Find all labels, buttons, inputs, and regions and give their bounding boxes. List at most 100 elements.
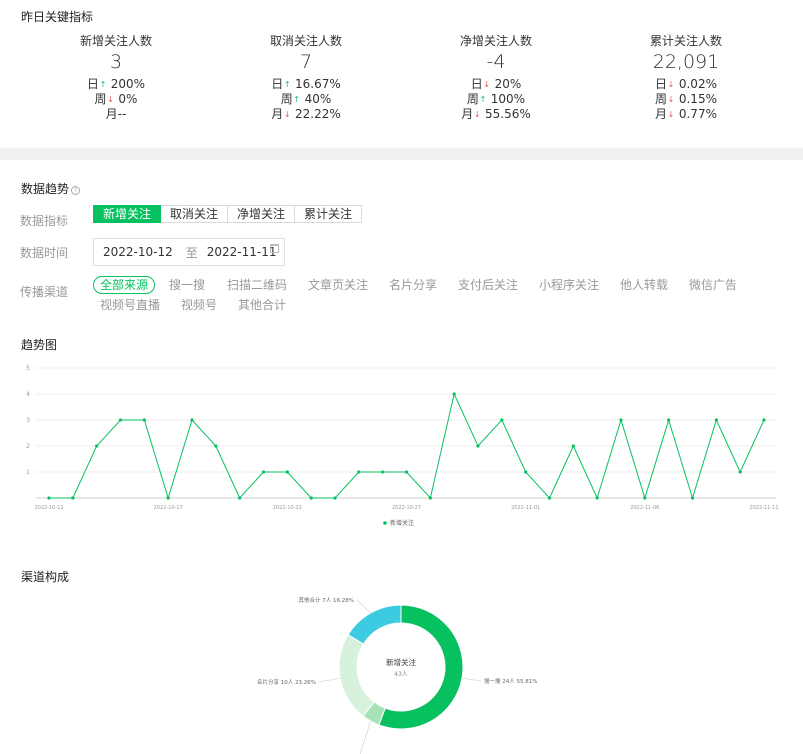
data-point[interactable] xyxy=(428,496,432,500)
arrow-up-icon: ↑ xyxy=(293,95,301,104)
x-tick-label: 2022-10-12 xyxy=(34,505,63,511)
date-range-picker[interactable]: 2022-10-12 至 2022-11-11 xyxy=(93,238,285,266)
x-tick-label: 2022-10-17 xyxy=(154,505,183,511)
arrow-up-icon: ↑ xyxy=(99,80,107,89)
channel-card-share[interactable]: 名片分享 xyxy=(389,277,437,293)
channel-mini-program[interactable]: 小程序关注 xyxy=(539,277,599,293)
data-point[interactable] xyxy=(357,470,361,474)
data-point[interactable] xyxy=(547,496,552,500)
data-point[interactable] xyxy=(333,496,337,500)
data-point[interactable] xyxy=(47,496,51,500)
x-tick-label: 2022-10-22 xyxy=(273,505,302,511)
channel-other[interactable]: 其他合计 xyxy=(238,297,286,313)
data-point[interactable] xyxy=(190,418,194,422)
channel-donut-chart: 搜一搜 24人 55.81%扫描二维码 2人 4.65%名片分享 10人 23.… xyxy=(257,596,537,754)
channel-chart-title: 渠道构成 xyxy=(21,570,70,584)
metric-label: 数据指标 xyxy=(20,214,69,228)
data-point[interactable] xyxy=(714,418,718,422)
trend-title-text: 数据趋势 xyxy=(21,182,70,196)
kpi-change-row: 月↓ 0.77% xyxy=(596,107,776,122)
date-separator: 至 xyxy=(185,245,198,260)
y-tick-label: 5 xyxy=(26,365,30,372)
kpi-label: 新增关注人数 xyxy=(79,34,152,48)
kpi-change-row: 周↓ 0.15% xyxy=(596,92,776,107)
kpi-change-value: -- xyxy=(117,107,127,121)
slice-leader-line xyxy=(359,720,371,754)
metric-tabs: 新增关注 取消关注 净增关注 累计关注 xyxy=(93,205,363,223)
kpi-change-value: 40% xyxy=(304,92,332,106)
y-tick-label: 1 xyxy=(26,469,30,476)
kpi-period: 日 xyxy=(470,77,483,91)
data-point[interactable] xyxy=(524,470,528,474)
question-circle-icon[interactable]: ? xyxy=(71,186,81,195)
data-point[interactable] xyxy=(452,392,456,396)
donut-slice[interactable] xyxy=(347,604,402,645)
channel-video[interactable]: 视频号 xyxy=(181,297,217,313)
data-point[interactable] xyxy=(118,418,123,422)
data-point[interactable] xyxy=(71,496,75,500)
data-point[interactable] xyxy=(95,444,99,448)
x-tick-label: 2022-11-01 xyxy=(511,505,540,511)
kpi-change-value: 100% xyxy=(490,92,526,106)
kpi-change-value: 16.67% xyxy=(295,77,341,91)
data-point[interactable] xyxy=(214,444,218,448)
data-point[interactable] xyxy=(166,496,170,500)
kpi-change-row: 月↓ 22.22% xyxy=(216,107,396,122)
tab-cancel-follow[interactable]: 取消关注 xyxy=(161,205,229,223)
data-point[interactable] xyxy=(309,496,313,500)
calendar-icon[interactable] xyxy=(270,244,279,253)
donut-slice[interactable] xyxy=(338,634,375,717)
x-tick-label: 2022-10-27 xyxy=(392,505,421,511)
date-start[interactable]: 2022-10-12 xyxy=(103,245,173,259)
data-point[interactable] xyxy=(238,496,242,500)
channel-article[interactable]: 文章页关注 xyxy=(308,277,368,293)
slice-leader-line xyxy=(318,677,341,683)
data-point[interactable] xyxy=(738,470,742,474)
kpi-value: 22,091 xyxy=(652,51,720,73)
kpi-section-title: 昨日关键指标 xyxy=(21,10,94,24)
data-point[interactable] xyxy=(500,418,504,422)
channel-reprint[interactable]: 他人转载 xyxy=(620,277,668,293)
data-point[interactable] xyxy=(381,470,385,474)
data-point[interactable] xyxy=(571,444,575,448)
kpi-value: 3 xyxy=(109,51,123,73)
kpi-change-value: 0.77% xyxy=(678,107,717,121)
kpi-change-value: 22.22% xyxy=(295,107,341,121)
kpi-period: 日 xyxy=(655,77,668,91)
channel-wechat-ad[interactable]: 微信广告 xyxy=(689,277,737,293)
legend-label[interactable]: 新增关注 xyxy=(390,519,414,527)
data-point[interactable] xyxy=(667,418,671,422)
kpi-period: 月 xyxy=(461,107,474,121)
kpi-label: 累计关注人数 xyxy=(649,34,722,48)
channel-live[interactable]: 视频号直播 xyxy=(100,297,160,313)
tab-net-follow[interactable]: 净增关注 xyxy=(228,205,296,223)
channel-after-pay[interactable]: 支付后关注 xyxy=(458,277,518,293)
data-point[interactable] xyxy=(404,470,409,474)
data-point[interactable] xyxy=(643,496,647,500)
data-point[interactable] xyxy=(595,496,599,500)
data-point[interactable] xyxy=(261,470,266,474)
data-point[interactable] xyxy=(142,418,146,422)
tab-new-follow[interactable]: 新增关注 xyxy=(93,205,162,223)
data-point[interactable] xyxy=(285,470,289,474)
channel-search[interactable]: 搜一搜 xyxy=(169,277,205,293)
data-point[interactable] xyxy=(619,418,623,422)
donut-center-total: 43人 xyxy=(394,671,408,678)
trend-section-title: 数据趋势? xyxy=(21,180,81,197)
data-point[interactable] xyxy=(762,418,766,422)
channel-label: 传播渠道 xyxy=(20,285,69,299)
kpi-change-value: 200% xyxy=(110,77,146,91)
data-point[interactable] xyxy=(476,444,480,448)
kpi-card: 新增关注人数 3 日↑ 200% 周↓ 0% 月-- xyxy=(26,33,206,122)
kpi-change-value: 20% xyxy=(494,77,522,91)
kpi-period: 日 xyxy=(86,77,99,91)
channel-all[interactable]: 全部来源 xyxy=(93,276,156,294)
arrow-up-icon: ↑ xyxy=(479,95,487,104)
data-point[interactable] xyxy=(690,496,695,500)
date-end[interactable]: 2022-11-11 xyxy=(207,245,277,259)
trend-line-chart: 1 2 3 4 5 2022-10-12 2022-10-17 2022-10-22 2022-… xyxy=(26,365,778,527)
kpi-period: 周 xyxy=(466,92,479,106)
slice-leader-line xyxy=(356,599,371,614)
tab-total-follow[interactable]: 累计关注 xyxy=(295,205,363,223)
channel-qrcode[interactable]: 扫描二维码 xyxy=(227,277,287,293)
